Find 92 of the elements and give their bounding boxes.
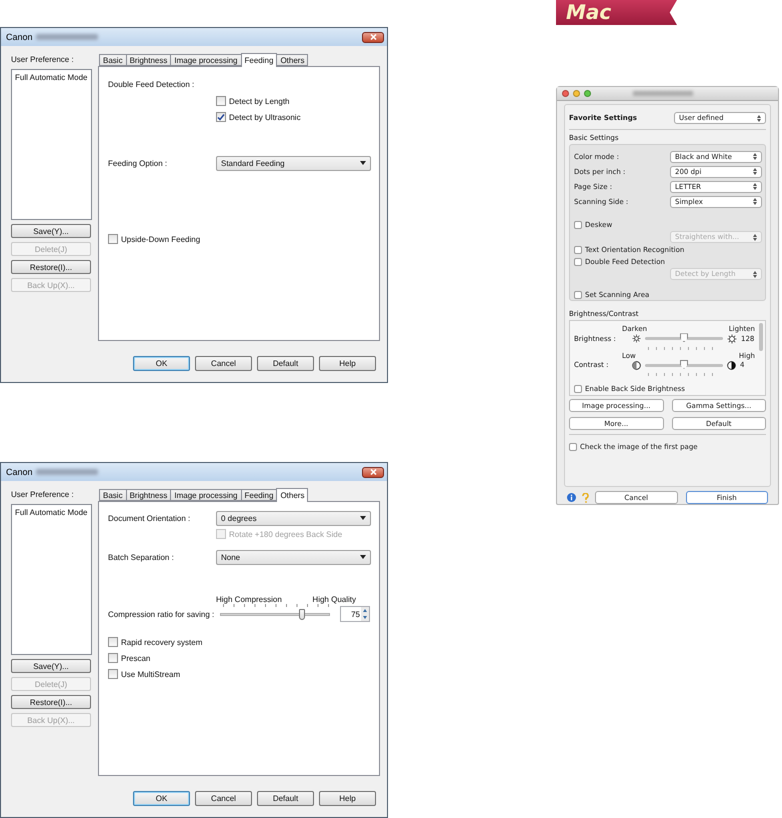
sun-icon [727,334,737,344]
scrollbar-thumb[interactable] [759,323,763,351]
slider-min-label: High Compression [216,594,282,604]
tab[interactable]: Feeding [240,53,278,67]
number-field[interactable]: 75 [340,606,370,622]
list-item[interactable]: Full Automatic Mode [15,507,88,518]
checkbox-label: Rapid recovery system [121,638,202,646]
checkbox[interactable] [108,234,118,244]
minimize-button[interactable] [573,90,580,97]
checkbox[interactable] [574,258,582,266]
contrast-icon [632,360,641,370]
checkbox[interactable] [216,112,226,122]
checkbox-label: Rotate +180 degrees Back Side [229,530,342,538]
checkbox[interactable] [108,653,118,663]
sun-icon [632,334,641,344]
slider-thumb[interactable] [299,608,305,620]
info-icon[interactable] [567,493,576,502]
checkbox-label: Detect by Length [229,96,290,106]
contrast-icon [727,360,736,370]
side-button[interactable]: Save(Y)... [11,659,91,673]
blurred-text [36,34,98,40]
field-label: Feeding Option : [108,158,168,168]
dialog-button[interactable]: Default [257,356,314,371]
tab[interactable]: Others [276,488,308,502]
preference-label: User Preference : [11,54,75,66]
updown-arrows-icon [753,168,757,175]
tab[interactable]: Basic [99,489,127,501]
side-button[interactable]: Restore(I)... [11,695,91,709]
updown-arrows-icon [757,114,761,122]
checkbox-label: Prescan [121,654,150,662]
field-label: Batch Separation : [108,552,175,562]
blurred-text [36,469,98,475]
checkbox[interactable] [574,385,582,393]
zoom-button[interactable] [584,90,591,97]
dialog-button[interactable]: OK [133,356,190,371]
tab[interactable]: Brightness [126,489,172,501]
checkbox[interactable] [216,96,226,106]
updown-arrows-icon [753,153,757,160]
checkbox[interactable] [574,246,582,254]
dialog-button[interactable]: Help [319,356,376,371]
check-icon [217,113,225,121]
dropdown-arrow-icon [360,516,366,520]
updown-arrows-icon [753,234,757,240]
window-title: Canon [6,467,33,477]
blurred-text [633,91,693,96]
checkbox[interactable] [108,669,118,679]
preference-label: User Preference : [11,489,75,501]
slider-max-label: High Quality [312,594,356,604]
slider-thumb[interactable] [680,360,688,369]
close-icon [370,34,376,40]
tab[interactable]: Feeding [240,489,278,501]
section-label: Double Feed Detection : [108,80,194,88]
mac-badge: Mac [556,0,677,25]
dialog-button[interactable]: Cancel [195,791,252,806]
checkbox-label: Detect by Ultrasonic [229,112,301,122]
side-button[interactable]: Restore(I)... [11,260,91,274]
dialog-button[interactable]: Cancel [195,356,252,371]
checkbox[interactable] [574,291,582,299]
field-label: Compression ratio for saving : [108,610,216,618]
spin-arrows-icon [361,607,369,621]
tab[interactable]: Brightness [126,54,172,66]
tick-marks [646,344,716,350]
updown-arrows-icon [753,183,757,190]
tick-marks [646,371,716,377]
updown-arrows-icon [753,270,757,278]
help-icon[interactable] [582,492,589,502]
close-button[interactable] [362,466,384,478]
dropdown-arrow-icon [360,555,366,559]
close-icon [370,469,376,475]
tab[interactable]: Image processing [170,489,242,501]
updown-arrows-icon [753,198,757,205]
window-title: Canon [6,32,33,42]
dialog-button[interactable]: Help [319,791,376,806]
close-button[interactable] [362,32,384,42]
dialog-button[interactable]: Default [257,791,314,806]
dropdown[interactable]: 0 degrees [216,510,371,526]
tab[interactable]: Image processing [170,54,242,66]
list-item[interactable]: Full Automatic Mode [15,72,88,83]
slider-thumb[interactable] [680,333,688,342]
dropdown[interactable]: Standard Feeding [216,156,371,170]
field-label: Document Orientation : [108,514,192,522]
checkbox-label: Upside-Down Feeding [121,234,200,244]
tab[interactable]: Others [276,54,308,66]
checkbox[interactable] [574,221,582,229]
side-button[interactable]: Save(Y)... [11,224,91,238]
dialog-button[interactable]: OK [133,791,190,806]
checkbox-label: Use MultiStream [121,670,180,678]
dropdown-arrow-icon [360,161,366,165]
checkbox[interactable] [569,443,577,451]
tab[interactable]: Basic [99,54,127,66]
checkbox[interactable] [108,637,118,647]
dropdown[interactable]: None [216,550,371,564]
